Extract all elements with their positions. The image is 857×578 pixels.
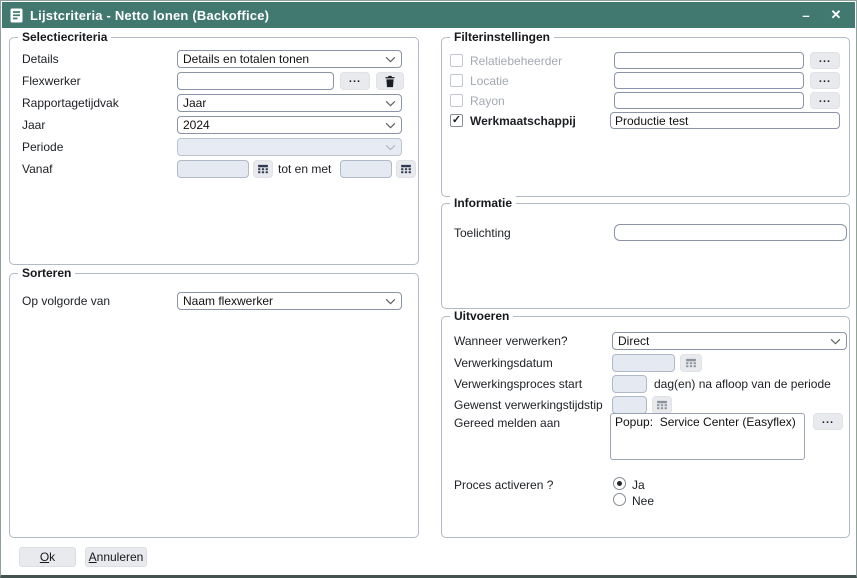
rayon-browse-button[interactable]: ... xyxy=(810,92,840,109)
chevron-down-icon xyxy=(385,100,396,107)
verwerkingsproces-start-suffix: dag(en) na afloop van de periode xyxy=(654,377,831,391)
gewenst-verwerkingstijdstip-input xyxy=(612,396,647,414)
flexwerker-input[interactable] xyxy=(177,72,334,90)
werkmaatschappij-checkbox[interactable]: ✓ xyxy=(450,114,463,127)
verwerkingsproces-start-input xyxy=(612,375,647,393)
group-legend: Uitvoeren xyxy=(450,309,513,323)
toelichting-label: Toelichting xyxy=(454,226,511,240)
werkmaatschappij-label: Werkmaatschappij xyxy=(470,114,576,128)
radio-nee-label: Nee xyxy=(632,494,654,508)
verwerkingsdatum-label: Verwerkingsdatum xyxy=(454,356,553,370)
werkmaatschappij-input[interactable]: Productie test xyxy=(610,112,840,129)
calendar-icon xyxy=(656,399,668,411)
flexwerker-delete-button[interactable] xyxy=(376,72,404,90)
proces-activeren-radio-ja[interactable] xyxy=(613,477,626,490)
toelichting-input[interactable] xyxy=(614,224,847,241)
dialog-window: Lijstcriteria - Netto lonen (Backoffice)… xyxy=(0,0,857,578)
check-icon: ✓ xyxy=(452,115,461,126)
close-button[interactable]: ✕ xyxy=(825,4,847,26)
details-label: Details xyxy=(22,52,59,66)
ok-button[interactable]: Ok xyxy=(19,547,76,567)
trash-icon xyxy=(384,75,396,88)
periode-select xyxy=(177,138,402,156)
wanneer-verwerken-select[interactable]: Direct xyxy=(612,332,847,350)
minimize-button[interactable]: – xyxy=(795,4,817,26)
flexwerker-label: Flexwerker xyxy=(22,74,81,88)
chevron-down-icon xyxy=(385,122,396,129)
rapportagetijdvak-label: Rapportagetijdvak xyxy=(22,96,119,110)
details-select[interactable]: Details en totalen tonen xyxy=(177,50,402,68)
group-selectiecriteria: Selectiecriteria Details Details en tota… xyxy=(9,37,419,265)
verwerkingsdatum-calendar-button xyxy=(680,354,702,372)
relatiebeheerder-checkbox: ✓ xyxy=(450,54,463,67)
group-sorteren: Sorteren Op volgorde van Naam flexwerker xyxy=(9,273,419,538)
verwerkingsdatum-input xyxy=(612,354,675,372)
group-legend: Filterinstellingen xyxy=(450,30,554,44)
chevron-down-icon xyxy=(385,144,396,151)
titlebar: Lijstcriteria - Netto lonen (Backoffice)… xyxy=(2,2,855,28)
rayon-input xyxy=(614,92,804,109)
locatie-browse-button[interactable]: ... xyxy=(810,72,840,89)
tot-en-met-date-input[interactable] xyxy=(340,160,392,178)
vanaf-date-input[interactable] xyxy=(177,160,249,178)
gereed-melden-aan-textarea[interactable]: Popup: Service Center (Easyflex) xyxy=(610,413,805,460)
jaar-select[interactable]: 2024 xyxy=(177,116,402,134)
document-icon xyxy=(10,8,23,23)
rayon-label: Rayon xyxy=(470,94,505,108)
vanaf-calendar-button[interactable] xyxy=(253,160,273,178)
gewenst-verwerkingstijdstip-label: Gewenst verwerkingstijdstip xyxy=(454,398,603,412)
op-volgorde-label: Op volgorde van xyxy=(22,294,110,308)
op-volgorde-select[interactable]: Naam flexwerker xyxy=(177,292,402,310)
relatiebeheerder-input xyxy=(614,52,804,69)
flexwerker-browse-button[interactable]: ... xyxy=(340,72,370,90)
group-legend: Selectiecriteria xyxy=(18,30,111,44)
chevron-down-icon xyxy=(385,298,396,305)
calendar-icon xyxy=(685,357,697,369)
proces-activeren-radio-nee[interactable] xyxy=(613,493,626,506)
tot-en-met-label: tot en met xyxy=(278,162,331,176)
annuleren-button[interactable]: Annuleren xyxy=(85,547,147,567)
group-informatie: Informatie Toelichting xyxy=(441,203,850,309)
radio-ja-label: Ja xyxy=(632,478,645,492)
wanneer-verwerken-label: Wanneer verwerken? xyxy=(454,334,568,348)
relatiebeheerder-browse-button[interactable]: ... xyxy=(810,52,840,69)
group-uitvoeren: Uitvoeren Wanneer verwerken? Direct Verw… xyxy=(441,316,850,538)
calendar-icon xyxy=(400,163,412,175)
tot-en-met-calendar-button[interactable] xyxy=(396,160,416,178)
chevron-down-icon xyxy=(830,338,841,345)
calendar-icon xyxy=(257,163,269,175)
group-filterinstellingen: Filterinstellingen ✓ Relatiebeheerder ..… xyxy=(441,37,850,197)
rapportagetijdvak-select[interactable]: Jaar xyxy=(177,94,402,112)
locatie-checkbox: ✓ xyxy=(450,74,463,87)
locatie-label: Locatie xyxy=(470,74,509,88)
gewenst-verwerkingstijdstip-calendar-button xyxy=(652,396,672,414)
verwerkingsproces-start-label: Verwerkingsproces start xyxy=(454,377,582,391)
locatie-input xyxy=(614,72,804,89)
gereed-melden-aan-label: Gereed melden aan xyxy=(454,416,560,430)
group-legend: Informatie xyxy=(450,196,516,210)
jaar-label: Jaar xyxy=(22,118,45,132)
gereed-melden-aan-browse-button[interactable]: ... xyxy=(813,413,843,430)
window-title: Lijstcriteria - Netto lonen (Backoffice) xyxy=(30,8,269,23)
group-legend: Sorteren xyxy=(18,266,75,280)
relatiebeheerder-label: Relatiebeheerder xyxy=(470,54,562,68)
periode-label: Periode xyxy=(22,140,63,154)
chevron-down-icon xyxy=(385,56,396,63)
proces-activeren-label: Proces activeren ? xyxy=(454,478,553,492)
vanaf-label: Vanaf xyxy=(22,162,52,176)
rayon-checkbox: ✓ xyxy=(450,94,463,107)
